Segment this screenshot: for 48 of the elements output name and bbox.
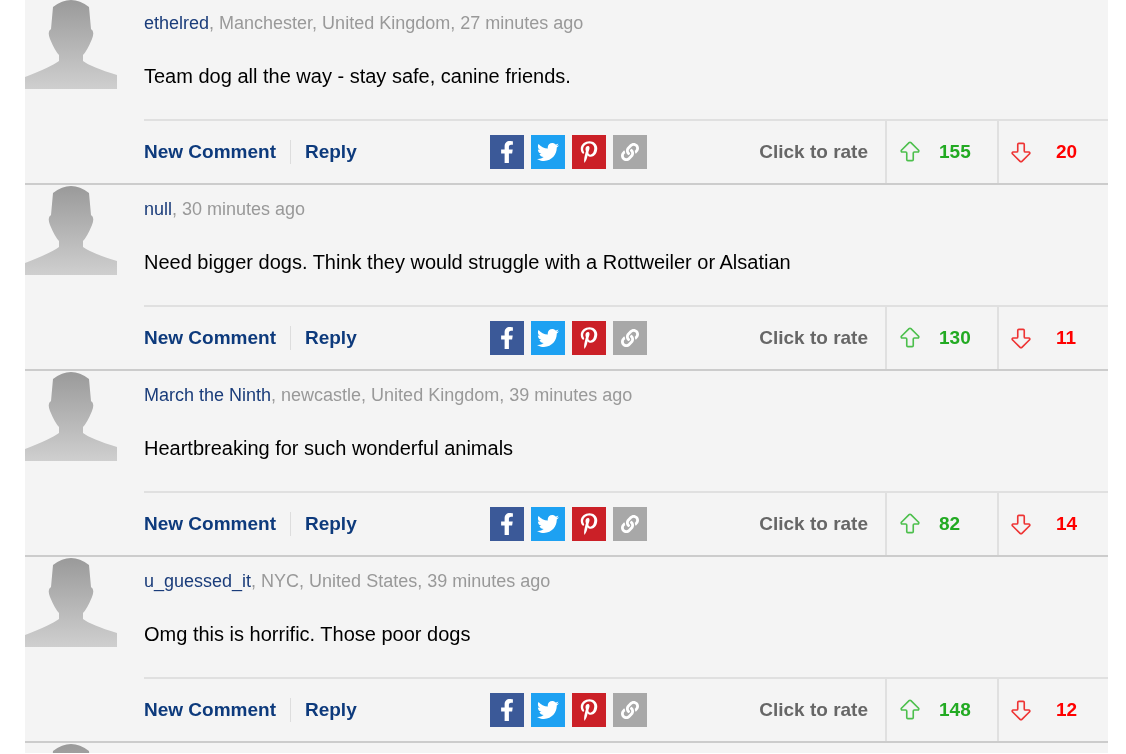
facebook-icon[interactable] [489,507,524,541]
link-icon[interactable] [612,321,647,355]
facebook-icon[interactable] [489,321,524,355]
new-comment-link[interactable]: New Comment [144,137,276,167]
upvote-count: 130 [939,325,971,350]
twitter-icon[interactable] [530,507,565,541]
username-link[interactable]: null [144,199,173,219]
new-comment-link[interactable]: New Comment [144,509,276,539]
pinterest-icon[interactable] [571,321,606,355]
new-comment-link[interactable]: New Comment [144,695,276,725]
downvote-count: 12 [1056,697,1078,722]
username-link[interactable]: March the Ninth [144,385,272,405]
twitter-icon[interactable] [530,135,565,169]
username-link[interactable]: ethelred [144,13,210,33]
comment-header: u_guessed_it, NYC, United States, 39 minutes ago [144,570,552,593]
comment-text: Need bigger dogs. Think they would struggle with a Rottweiler or Alsatian [144,250,792,274]
comment-text: Team dog all the way - stay safe, canine friends. [144,64,572,88]
new-comment-link[interactable]: New Comment [144,323,276,353]
comment-header: null, 30 minutes ago [144,198,307,221]
downvote-count: 20 [1056,139,1078,164]
upvote-count: 148 [939,697,971,722]
rate-label: Click to rate [759,139,868,164]
comment-header: ethelred, Manchester, United Kingdom, 27 minutes ago [144,12,585,35]
facebook-icon[interactable] [489,135,524,169]
reply-link[interactable]: Reply [304,509,357,539]
pinterest-icon[interactable] [571,507,606,541]
twitter-icon[interactable] [530,321,565,355]
upvote-count: 155 [939,139,971,164]
link-icon[interactable] [612,135,647,169]
downvote-count: 11 [1056,325,1077,350]
twitter-icon[interactable] [530,693,565,727]
link-icon[interactable] [612,693,647,727]
reply-link[interactable]: Reply [304,323,357,353]
link-icon[interactable] [612,507,647,541]
downvote-count: 14 [1056,511,1078,536]
upvote-count: 82 [939,511,961,536]
facebook-icon[interactable] [489,693,524,727]
rate-label: Click to rate [759,325,868,350]
rate-label: Click to rate [759,511,868,536]
comment-text: Heartbreaking for such wonderful animals [144,436,515,460]
reply-link[interactable]: Reply [304,137,357,167]
pinterest-icon[interactable] [571,693,606,727]
pinterest-icon[interactable] [571,135,606,169]
rate-label: Click to rate [759,697,868,722]
username-link[interactable]: u_guessed_it [144,571,252,591]
comment-text: Omg this is horrific. Those poor dogs [144,622,472,646]
comment-header: March the Ninth, newcastle, United Kingdom, 39 minutes ago [144,384,634,407]
reply-link[interactable]: Reply [304,695,357,725]
